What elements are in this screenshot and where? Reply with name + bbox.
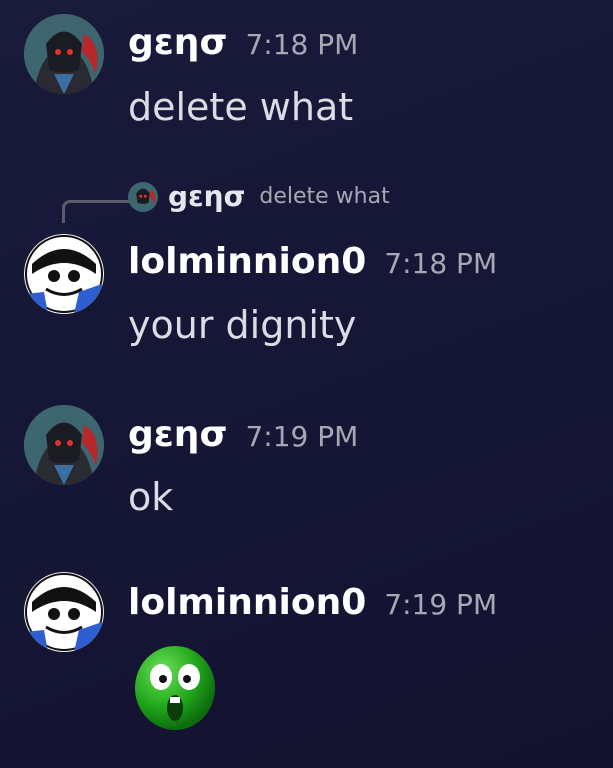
timestamp: 7:19 PM	[384, 588, 498, 621]
avatar-geno[interactable]	[24, 14, 104, 94]
avatar-geno[interactable]	[24, 405, 104, 485]
timestamp: 7:19 PM	[245, 420, 359, 453]
message-header: gεησ 7:19 PM	[128, 414, 358, 455]
reply-preview[interactable]: gεησ delete what	[128, 180, 390, 213]
lolminnion-avatar-icon	[24, 572, 104, 652]
username[interactable]: lolminnion0	[128, 582, 366, 623]
timestamp: 7:18 PM	[384, 247, 498, 280]
geno-avatar-icon	[24, 14, 104, 94]
reply-text: delete what	[259, 184, 390, 209]
message-text: your dignity	[128, 303, 357, 347]
message-text: ok	[128, 475, 174, 519]
green-shocked-face-emoji-icon[interactable]	[134, 645, 216, 731]
geno-avatar-icon	[24, 405, 104, 485]
message-header: gεησ 7:18 PM	[128, 22, 358, 63]
reply-avatar	[128, 181, 158, 212]
username[interactable]: gεησ	[128, 22, 227, 63]
message-header: lolminnion0 7:19 PM	[128, 582, 497, 623]
reply-connector	[62, 200, 129, 223]
message-text: delete what	[128, 85, 354, 129]
avatar-lolminnion0[interactable]	[24, 234, 104, 314]
message-header: lolminnion0 7:18 PM	[128, 241, 497, 282]
timestamp: 7:18 PM	[245, 28, 359, 61]
username[interactable]: gεησ	[128, 414, 227, 455]
geno-avatar-icon	[128, 181, 158, 212]
lolminnion-avatar-icon	[24, 234, 104, 314]
avatar-lolminnion0[interactable]	[24, 572, 104, 652]
username[interactable]: lolminnion0	[128, 241, 366, 282]
reply-username: gεησ	[168, 180, 246, 213]
